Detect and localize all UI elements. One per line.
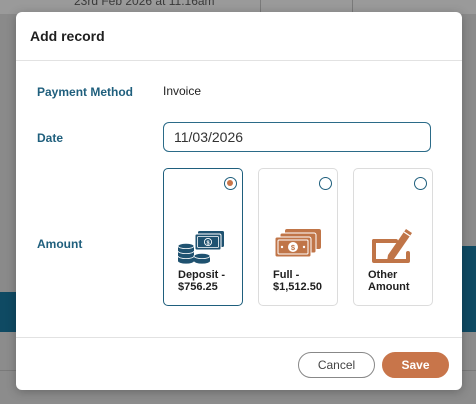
amount-label: Amount xyxy=(37,237,83,251)
cancel-button[interactable]: Cancel xyxy=(298,352,375,378)
svg-text:$: $ xyxy=(206,240,209,246)
payment-method-label: Payment Method xyxy=(37,85,134,99)
date-field[interactable]: 11/03/2026 xyxy=(163,122,431,152)
amount-option-deposit[interactable]: $ Deposit - $756.25 xyxy=(163,168,243,306)
save-button[interactable]: Save xyxy=(382,352,449,378)
amount-option-full[interactable]: $ Full - $1,512.50 xyxy=(258,168,338,306)
date-label: Date xyxy=(37,131,64,145)
banknotes-stack-icon: $ xyxy=(274,229,321,258)
header-divider xyxy=(16,60,462,61)
coins-banknote-icon: $ xyxy=(177,231,224,264)
deposit-radio[interactable] xyxy=(224,177,237,190)
amount-option-other[interactable]: Other Amount xyxy=(353,168,433,306)
payment-method-value: Invoice xyxy=(163,84,202,98)
other-radio[interactable] xyxy=(414,177,427,190)
full-radio[interactable] xyxy=(319,177,332,190)
dialog-title: Add record xyxy=(30,28,105,44)
add-record-dialog: Add record Payment Method Invoice Date 1… xyxy=(16,12,462,390)
full-caption: Full - $1,512.50 xyxy=(273,269,322,293)
footer-divider xyxy=(16,337,462,338)
pencil-edit-icon xyxy=(372,229,412,263)
other-caption: Other Amount xyxy=(368,269,410,293)
deposit-caption: Deposit - $756.25 xyxy=(178,269,226,293)
background-timestamp: 23rd Feb 2026 at 11:16am xyxy=(74,0,215,8)
